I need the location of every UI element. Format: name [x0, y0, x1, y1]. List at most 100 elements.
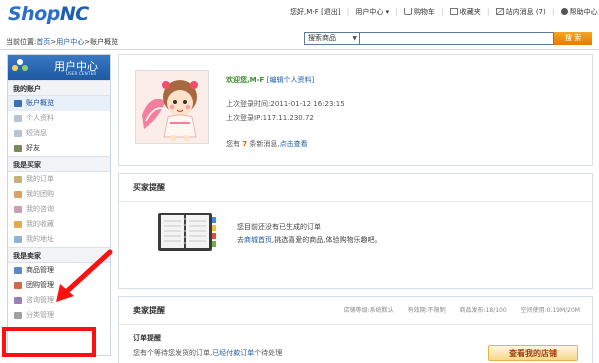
breadcrumb-prefix: 当前位置:	[6, 38, 37, 46]
group-manage-icon	[14, 282, 22, 289]
sidebar-item-label: 我的收藏	[26, 220, 54, 228]
sidebar-item[interactable]: 我的团购	[8, 187, 110, 202]
last-login-value: 2011-01-12 16:23:15	[270, 100, 345, 108]
search-button[interactable]: 搜 索	[554, 32, 592, 45]
shopnc-logo[interactable]: ShopNC	[8, 3, 89, 25]
sidebar-item-label: 我的咨询	[26, 205, 54, 213]
user-center-sidebar: 用户中心 USER CENTER 我的账户 账户概览 个人资料 短消息 好友 我是买家我的…	[7, 54, 111, 356]
space-usage: 空间使用:0.19M/20M	[520, 307, 580, 314]
nav-divider: |	[346, 8, 350, 16]
sidebar-item-label: 我的订单	[26, 175, 54, 183]
help-label: 帮助中心	[569, 8, 598, 16]
mall-home-link[interactable]: 商城首页	[244, 236, 272, 244]
search-scope-select[interactable]: 搜索商品 ▼	[304, 32, 360, 45]
nav-divider: |	[441, 8, 444, 16]
store-validity: 有效期:不限制	[407, 307, 446, 314]
sidebar-item[interactable]: 个人资料	[8, 111, 110, 126]
breadcrumb-current: 账户概览	[90, 38, 119, 46]
shop-suggestion-text: 去商城首页,挑选喜爱的商品,体验购物乐趣吧。	[237, 235, 381, 245]
sidebar-item[interactable]: 商品管理	[8, 263, 110, 278]
cart-icon	[403, 8, 412, 15]
sidebar-item[interactable]: 账户概览	[8, 96, 110, 111]
envelope-icon	[495, 8, 504, 15]
sidebar-item[interactable]: 我的咨询	[8, 202, 110, 217]
store-level: 店铺等级:系统默认	[343, 307, 394, 314]
consult-icon	[14, 206, 22, 213]
help-link[interactable]: 帮助中心	[560, 7, 598, 17]
sidebar-item[interactable]: 我的地址	[8, 232, 110, 247]
favorite-icon	[14, 221, 22, 228]
messages-link[interactable]: 站内消息 (7)	[495, 7, 546, 17]
new-msg-count: 7	[242, 140, 248, 148]
favorites-link[interactable]: 收藏夹	[449, 7, 481, 17]
sidebar-item-label: 分类管理	[26, 311, 54, 319]
welcome-message: 欢迎您,M-F [编辑个人资料]	[226, 75, 314, 85]
sidebar-item[interactable]: 好友	[8, 141, 110, 156]
message-icon	[14, 130, 22, 137]
sidebar-item[interactable]: 团购管理	[8, 278, 110, 293]
sidebar-item[interactable]: 咨询管理	[8, 293, 110, 308]
buyer-reminder-panel: 买家提醒 您目前还没有已生成的订单 去商城首页,挑选喜爱的商品,体验购物乐趣吧。	[118, 173, 593, 289]
no-orders-text: 您目前还没有已生成的订单	[237, 223, 321, 231]
suggestion-suffix: ,挑选喜爱的商品,体验购物乐趣吧。	[272, 236, 382, 244]
sidebar-header: 用户中心 USER CENTER	[8, 55, 110, 80]
welcome-text: 欢迎您,M-F	[226, 76, 265, 84]
goods-published: 商品发布:18/100	[459, 307, 507, 314]
sidebar-item[interactable]: 短消息	[8, 126, 110, 141]
logo-accent-text: NC	[59, 3, 89, 25]
header-divider	[0, 49, 599, 50]
goods-icon	[14, 267, 22, 274]
last-login-ip: 上次登录IP:117.11.230.72	[226, 113, 314, 123]
search-input[interactable]	[360, 32, 554, 45]
sidebar-section-title: 我是卖家	[8, 247, 110, 263]
buyer-reminder-title: 买家提醒	[119, 174, 592, 202]
profile-panel: 欢迎您,M-F [编辑个人资料] 上次登录时间:2011-01-12 16:23…	[118, 54, 593, 166]
seller-reminder-title: 卖家提醒	[133, 306, 165, 315]
new-msg-prefix: 您有	[226, 140, 240, 148]
sidebar-item[interactable]: 我的收藏	[8, 217, 110, 232]
last-login-label: 上次登录时间:	[226, 100, 271, 108]
nav-divider: |	[487, 8, 490, 16]
sidebar-item[interactable]: 我的订单	[8, 172, 110, 187]
seller-reminder-panel: 卖家提醒 店铺等级:系统默认 有效期:不限制 商品发布:18/100 空间使用:…	[118, 296, 593, 363]
paid-orders-link[interactable]: 已经付款订单	[212, 349, 254, 357]
cartoon-avatar-image	[136, 71, 208, 143]
red-highlight-box	[2, 327, 96, 357]
orders-prefix: 您有	[133, 349, 147, 357]
logo-text: Shop	[8, 3, 60, 25]
breadcrumb: 当前位置:首页>用户中心>账户概览	[6, 37, 118, 47]
edit-profile-link[interactable]: [编辑个人资料]	[267, 76, 314, 84]
sidebar-section-title: 我是买家	[8, 156, 110, 172]
sidebar-item[interactable]: 分类管理	[8, 308, 110, 323]
chevron-down-icon: ▾	[385, 8, 390, 16]
order-reminder-title: 订单提醒	[133, 334, 161, 342]
user-center-menu[interactable]: 用户中心 ▾	[355, 7, 389, 17]
user-center-label: 用户中心	[355, 8, 384, 16]
view-messages-link[interactable]: 点击查看	[280, 140, 308, 148]
cart-link[interactable]: 购物车	[403, 7, 435, 17]
sidebar-subtitle: USER CENTER	[66, 71, 97, 76]
friends-icon	[14, 145, 22, 152]
sidebar-section-title: 我的账户	[8, 80, 110, 96]
orders-suffix: 个待处理	[254, 349, 283, 357]
logout-link[interactable]: [退出]	[321, 7, 340, 17]
sidebar-item-label: 团购管理	[26, 281, 54, 289]
group-buy-icon	[14, 191, 22, 198]
nav-divider: |	[551, 8, 555, 16]
new-msg-suffix: 条新消息,	[249, 140, 280, 148]
orders-middle: 个等待您发货的订单,	[147, 349, 213, 357]
breadcrumb-user-center-link[interactable]: 用户中心	[56, 38, 84, 46]
favorites-label: 收藏夹	[459, 8, 481, 16]
suggestion-prefix: 去	[237, 236, 244, 244]
greeting-text: 您好,M-F	[290, 8, 319, 16]
help-icon	[560, 8, 568, 15]
users-icon	[12, 59, 28, 75]
sidebar-item-label: 咨询管理	[26, 296, 54, 304]
last-login-time: 上次登录时间:2011-01-12 16:23:15	[226, 99, 345, 109]
order-reminder-line: 您有个等待您发货的订单,已经付款订单个待处理	[133, 348, 282, 358]
search-scope-label: 搜索商品	[308, 34, 336, 42]
breadcrumb-home-link[interactable]: 首页	[36, 38, 50, 46]
seller-reminder-header: 卖家提醒 店铺等级:系统默认 有效期:不限制 商品发布:18/100 空间使用:…	[119, 297, 592, 325]
category-icon	[14, 312, 22, 319]
view-my-store-button[interactable]: 查看我的店铺	[488, 345, 578, 361]
